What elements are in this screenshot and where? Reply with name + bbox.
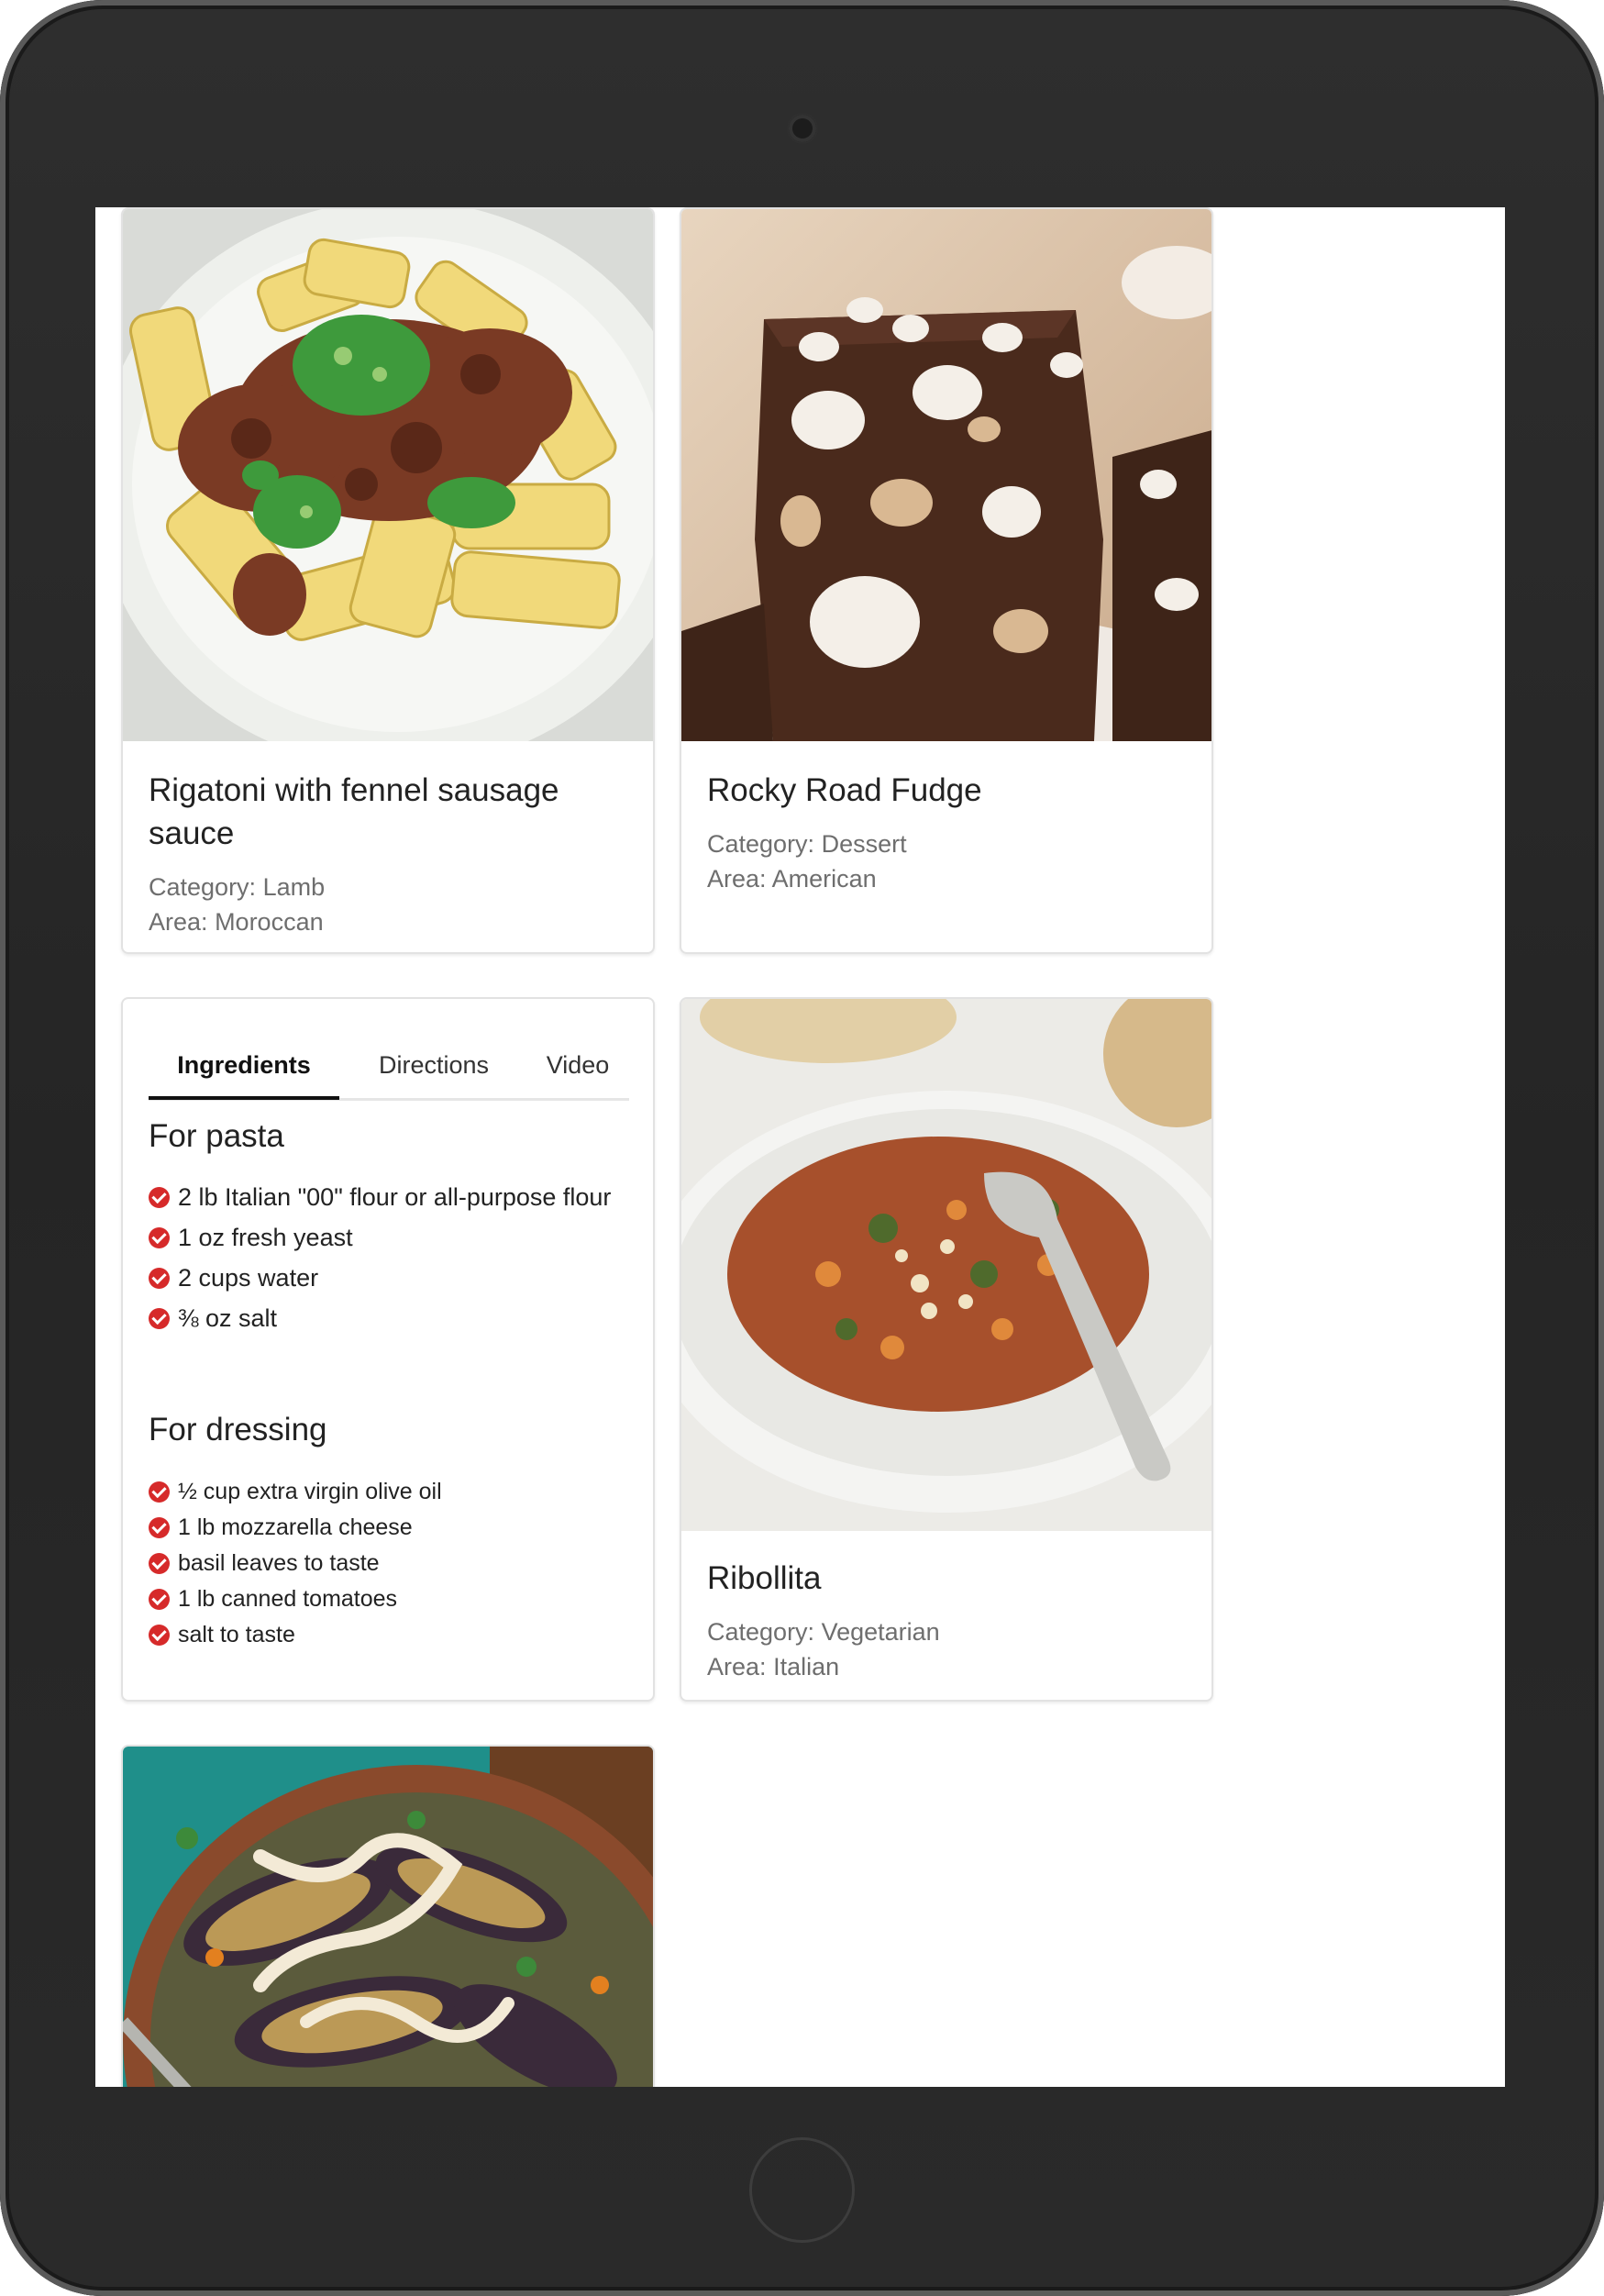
home-button[interactable] [749,2137,855,2243]
category-label: Category: [707,1618,815,1646]
recipe-title[interactable]: Rocky Road Fudge [707,769,1189,812]
ingredient-text: 2 lb Italian "00" flour or all-purpose f… [178,1183,612,1211]
front-camera [789,115,816,142]
recipe-card-eggplant[interactable] [121,1745,655,2087]
fudge-illustration [681,209,1211,741]
recipe-detail-card: Ingredients Directions Video For pasta 2… [121,997,655,1702]
recipe-area: Area: Moroccan [149,904,631,939]
recipe-title[interactable]: Ribollita [707,1557,1189,1600]
check-circle-icon [149,1553,170,1574]
ingredient-text: 2 cups water [178,1264,319,1292]
ingredient-text: 1 lb canned tomatoes [178,1586,398,1612]
section-heading-pasta: For pasta [149,1118,284,1154]
check-circle-icon [149,1187,170,1208]
rocky-road-fudge-photo [681,209,1211,741]
ingredient-item: 1 lb mozzarella cheese [149,1514,625,1541]
recipe-title[interactable]: Rigatoni with fennel sausage sauce [149,769,631,855]
category-value: Dessert [821,830,907,858]
ingredient-list-pasta: 2 lb Italian "00" flour or all-purpose f… [149,1182,625,1344]
recipe-card-ribollita[interactable]: Ribollita Category: Vegetarian Area: Ita… [680,997,1213,1702]
ingredient-text: 1 lb mozzarella cheese [178,1514,413,1540]
section-heading-dressing: For dressing [149,1412,327,1447]
ingredient-list-dressing: ½ cup extra virgin olive oil 1 lb mozzar… [149,1478,625,1657]
ingredient-item: ⅜ oz salt [149,1303,625,1333]
eggplant-lentil-dish-photo [123,1747,653,2087]
check-circle-icon [149,1481,170,1503]
category-value: Lamb [262,873,326,901]
recipe-area: Area: American [707,861,1189,896]
rigatoni-illustration [123,209,653,741]
ingredient-text: ½ cup extra virgin olive oil [178,1479,442,1504]
area-value: Moroccan [215,908,324,936]
ingredient-item: salt to taste [149,1621,625,1648]
ingredient-text: basil leaves to taste [178,1550,380,1576]
recipe-category: Category: Lamb [149,870,631,904]
recipe-card-rigatoni[interactable]: Rigatoni with fennel sausage sauce Categ… [121,207,655,954]
area-label: Area: [149,908,208,936]
check-circle-icon [149,1308,170,1329]
ingredient-text: salt to taste [178,1622,295,1647]
tablet-frame: Rigatoni with fennel sausage sauce Categ… [0,0,1604,2296]
ingredient-item: 1 lb canned tomatoes [149,1585,625,1613]
recipe-card-rocky-road-fudge[interactable]: Rocky Road Fudge Category: Dessert Area:… [680,207,1213,954]
check-circle-icon [149,1268,170,1289]
category-label: Category: [149,873,257,901]
area-label: Area: [707,1653,767,1680]
category-label: Category: [707,830,815,858]
ingredient-item: basil leaves to taste [149,1549,625,1577]
screen: Rigatoni with fennel sausage sauce Categ… [95,207,1505,2087]
recipe-category: Category: Dessert [707,826,1189,861]
ribollita-illustration [681,999,1211,1531]
ribollita-soup-photo [681,999,1211,1531]
eggplant-illustration [123,1747,653,2087]
check-circle-icon [149,1589,170,1610]
ingredient-text: 1 oz fresh yeast [178,1224,353,1251]
recipe-category: Category: Vegetarian [707,1614,1189,1649]
check-circle-icon [149,1227,170,1248]
area-value: American [771,865,877,893]
area-value: Italian [773,1653,840,1680]
ingredient-item: 2 cups water [149,1263,625,1292]
tab-ingredients[interactable]: Ingredients [149,1032,339,1100]
ingredient-item: 1 oz fresh yeast [149,1223,625,1252]
recipe-area: Area: Italian [707,1649,1189,1684]
ingredient-item: ½ cup extra virgin olive oil [149,1478,625,1505]
check-circle-icon [149,1625,170,1646]
ingredient-text: ⅜ oz salt [178,1304,278,1332]
rigatoni-pasta-photo [123,209,653,741]
area-label: Area: [707,865,767,893]
ingredient-item: 2 lb Italian "00" flour or all-purpose f… [149,1182,625,1212]
tab-video[interactable]: Video [526,1032,629,1098]
tab-directions[interactable]: Directions [347,1032,521,1098]
detail-tabs: Ingredients Directions Video [149,1032,629,1101]
check-circle-icon [149,1517,170,1538]
category-value: Vegetarian [821,1618,940,1646]
